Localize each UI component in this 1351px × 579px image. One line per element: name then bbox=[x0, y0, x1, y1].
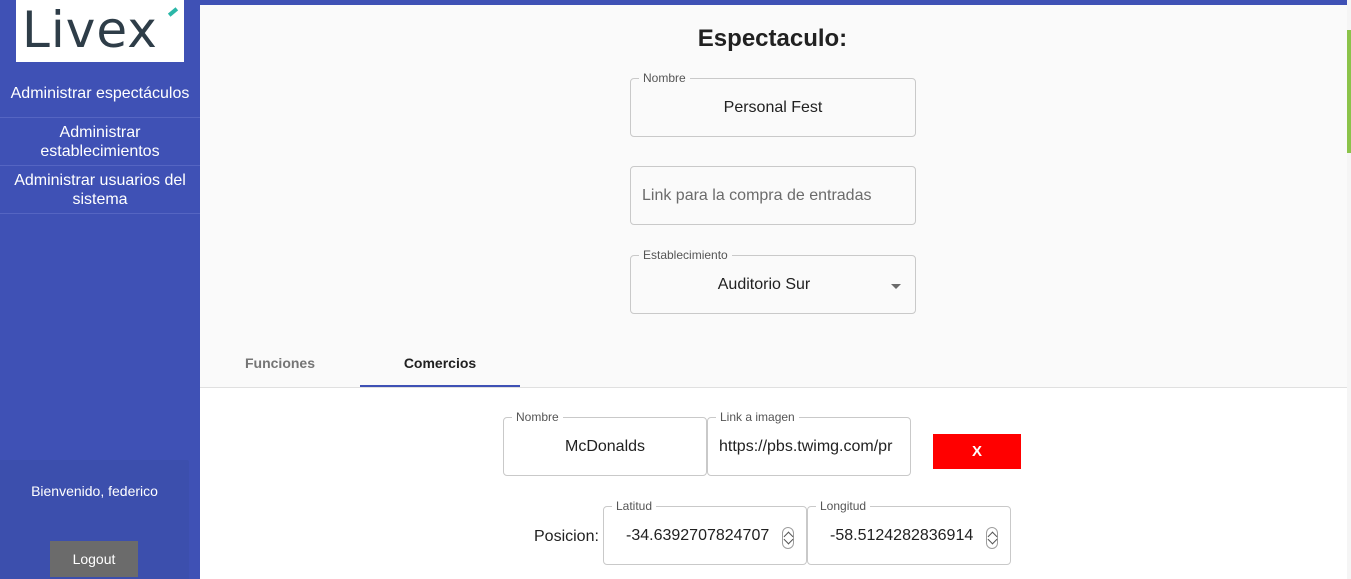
tab-bar: Funciones Comercios bbox=[200, 340, 1347, 388]
logo-text: Livex bbox=[22, 1, 158, 59]
comercios-panel: Nombre McDonalds Link a imagen https://p… bbox=[200, 388, 1347, 579]
scrollbar-thumb[interactable] bbox=[1347, 30, 1351, 153]
logo-accent-icon bbox=[167, 7, 179, 17]
latitud-value: -34.6392707824707 bbox=[626, 526, 770, 544]
sidebar: Livex Administrar espectáculos Administr… bbox=[0, 0, 200, 579]
sidebar-item-label: Administrar usuarios del sistema bbox=[14, 171, 186, 208]
logout-button[interactable]: Logout bbox=[50, 541, 138, 577]
comercio-nombre-value: McDonalds bbox=[564, 437, 646, 455]
comercio-nombre-field[interactable]: Nombre McDonalds bbox=[503, 410, 707, 476]
page-title: Espectaculo: bbox=[697, 25, 848, 52]
chevron-down-icon[interactable] bbox=[891, 284, 901, 289]
user-panel: Bienvenido, federico Logout bbox=[0, 460, 189, 579]
nombre-field[interactable]: Nombre Personal Fest bbox=[630, 71, 916, 137]
posicion-label: Posicion: bbox=[534, 528, 599, 545]
nombre-field-value: Personal Fest bbox=[723, 98, 823, 116]
logo: Livex bbox=[16, 0, 184, 62]
establecimiento-select[interactable]: Establecimiento Auditorio Sur bbox=[630, 248, 916, 314]
sidebar-item-usuarios[interactable]: Administrar usuarios del sistema bbox=[0, 166, 200, 214]
sidebar-item-label: Administrar espectáculos bbox=[10, 85, 190, 102]
establecimiento-select-value: Auditorio Sur bbox=[717, 275, 811, 293]
latitud-stepper[interactable] bbox=[782, 527, 794, 549]
longitud-value: -58.5124282836914 bbox=[830, 526, 974, 544]
main-content: Espectaculo: Nombre Personal Fest Link p… bbox=[200, 0, 1347, 579]
tab-funciones[interactable]: Funciones bbox=[200, 340, 360, 386]
top-bar bbox=[200, 0, 1347, 5]
sidebar-item-label: Administrar establecimientos bbox=[40, 123, 160, 160]
tab-comercios[interactable]: Comercios bbox=[360, 340, 520, 387]
link-compra-placeholder: Link para la compra de entradas bbox=[642, 186, 872, 204]
longitud-field[interactable]: Longitud -58.5124282836914 bbox=[807, 499, 1011, 565]
comercio-imagen-value: https://pbs.twimg.com/pr bbox=[719, 437, 893, 455]
longitud-stepper[interactable] bbox=[986, 527, 998, 549]
comercio-imagen-field[interactable]: Link a imagen https://pbs.twimg.com/pr bbox=[707, 410, 911, 476]
sidebar-item-establecimientos[interactable]: Administrar establecimientos bbox=[0, 118, 200, 166]
link-compra-field[interactable]: Link para la compra de entradas bbox=[630, 166, 916, 225]
sidebar-item-espectaculos[interactable]: Administrar espectáculos bbox=[0, 70, 200, 118]
welcome-text: Bienvenido, federico bbox=[31, 483, 158, 499]
delete-comercio-button[interactable]: X bbox=[933, 434, 1021, 469]
latitud-field[interactable]: Latitud -34.6392707824707 bbox=[603, 499, 807, 565]
sidebar-nav: Administrar espectáculos Administrar est… bbox=[0, 70, 200, 214]
